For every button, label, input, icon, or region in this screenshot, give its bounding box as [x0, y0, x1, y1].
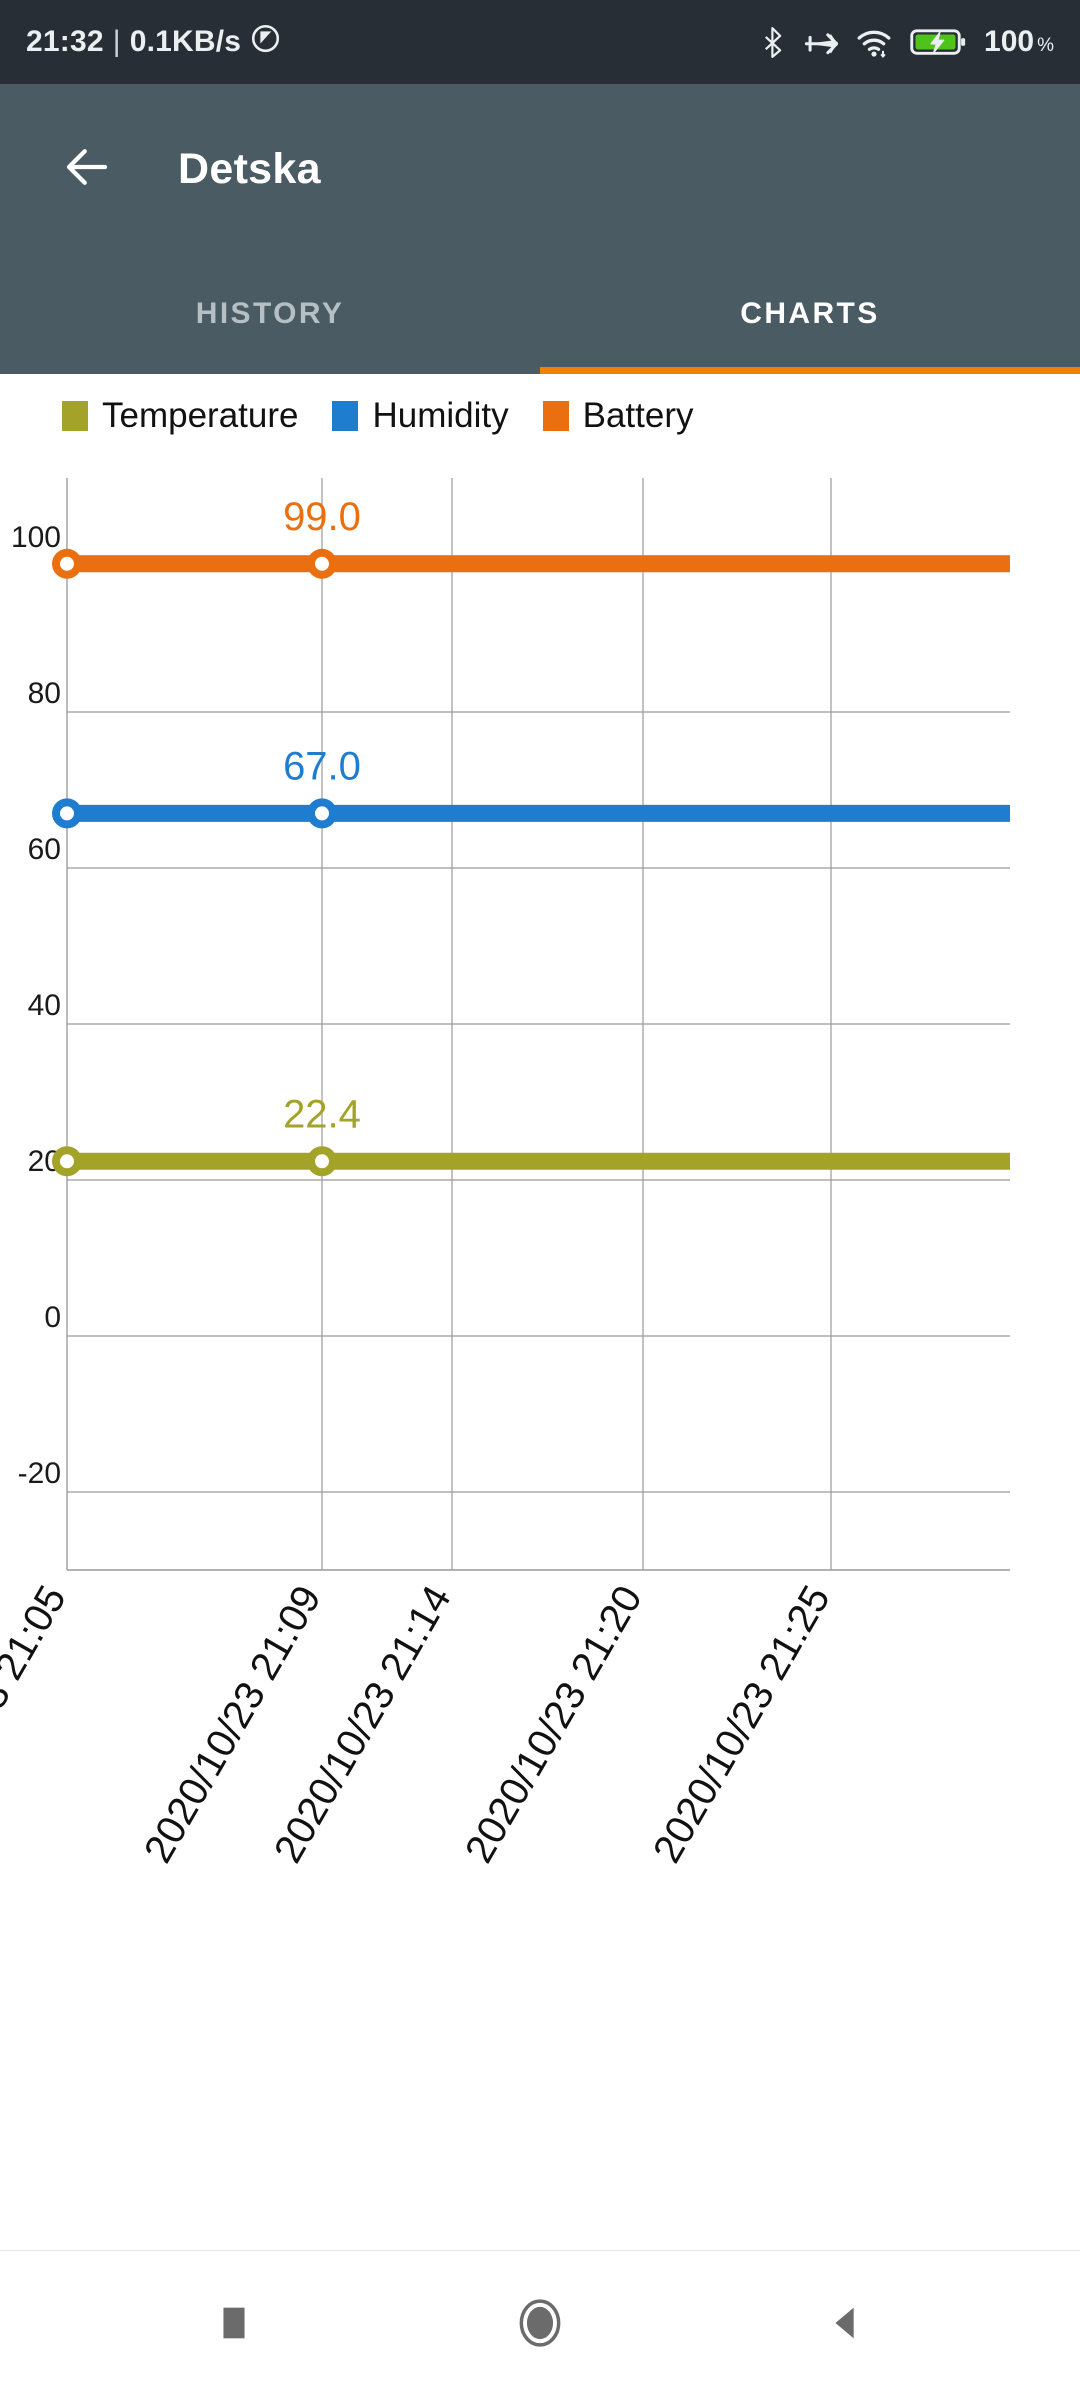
chart-plot-area[interactable]: 100 80 60 40 20 0 -20 22.4 67.0 99.0 2020/10/23 21…	[0, 460, 1080, 2250]
y-axis-tick-label: 40	[28, 989, 61, 1022]
svg-text:2020/10/23 21:05: 2020/10/23 21:05	[0, 1579, 75, 1871]
chart-legend: Temperature Humidity Battery	[0, 374, 1080, 436]
status-bar-left: 21:32 | 0.1KB/s	[26, 23, 281, 62]
back-navigation-button[interactable]	[52, 134, 122, 204]
battery-charging-icon	[910, 27, 966, 57]
square-icon	[211, 2300, 257, 2351]
battery-level: 100	[984, 25, 1035, 58]
wifi-icon	[856, 27, 892, 58]
legend-label-temperature: Temperature	[102, 396, 299, 435]
back-button[interactable]	[798, 2278, 894, 2374]
status-network-speed: 0.1KB/s	[129, 25, 242, 58]
data-point-center	[315, 806, 329, 821]
back-arrow-icon	[60, 140, 114, 199]
legend-item-humidity[interactable]: Humidity	[332, 396, 509, 436]
triangle-left-icon	[823, 2300, 869, 2351]
line-chart[interactable]: 100806040200-2022.467.099.02020/10/23 21…	[0, 460, 1080, 2250]
status-bar: 21:32 | 0.1KB/s 100 %	[0, 0, 1080, 84]
value-label-humidity: 67.0	[283, 744, 361, 788]
x-axis-tick-label: 2020/10/23 21:25	[645, 1579, 839, 1871]
legend-label-battery: Battery	[582, 396, 694, 435]
y-axis-tick-label: 60	[28, 833, 61, 866]
status-time: 21:32	[26, 25, 104, 58]
legend-label-humidity: Humidity	[372, 396, 509, 435]
circle-icon	[512, 2295, 568, 2356]
system-navigation-bar	[0, 2250, 1080, 2400]
y-axis-tick-label: 80	[28, 677, 61, 710]
battery-percent: 100%	[984, 25, 1054, 59]
legend-item-battery[interactable]: Battery	[542, 396, 694, 436]
airplane-mode-icon	[805, 27, 839, 58]
bluetooth-icon	[760, 26, 787, 58]
data-point-center	[60, 1154, 74, 1169]
app-bar-top: Detska	[0, 84, 1080, 254]
chart-container: Temperature Humidity Battery 100 80 60 40 20…	[0, 374, 1080, 2250]
y-axis-tick-label: -20	[18, 1457, 61, 1490]
app-screen: 21:32 | 0.1KB/s 100 % Detska HISTORY CHA…	[0, 0, 1080, 2400]
svg-text:2020/10/23 21:20: 2020/10/23 21:20	[457, 1579, 651, 1871]
legend-swatch-humidity	[332, 401, 359, 431]
y-axis-tick-label: 100	[11, 521, 61, 554]
tab-history[interactable]: HISTORY	[0, 254, 540, 374]
data-point-center	[60, 806, 74, 821]
status-bar-right: 100%	[760, 25, 1054, 59]
page-title: Detska	[178, 144, 321, 193]
legend-item-temperature[interactable]: Temperature	[62, 396, 298, 436]
x-axis-tick-label: 2020/10/23 21:20	[457, 1579, 651, 1871]
x-axis-tick-label: 2020/10/23 21:05	[0, 1579, 75, 1871]
data-point-center	[60, 556, 74, 571]
home-button[interactable]	[492, 2278, 588, 2374]
data-point-center	[315, 556, 329, 571]
legend-swatch-temperature	[62, 401, 88, 431]
value-label-battery: 99.0	[283, 495, 361, 539]
data-saver-off-icon	[250, 23, 281, 62]
recents-button[interactable]	[186, 2278, 282, 2374]
tab-charts[interactable]: CHARTS	[540, 254, 1080, 374]
data-point-center	[315, 1154, 329, 1169]
svg-text:2020/10/23 21:25: 2020/10/23 21:25	[645, 1579, 839, 1871]
status-separator: |	[112, 25, 121, 58]
value-label-temperature: 22.4	[283, 1092, 361, 1136]
battery-unit: %	[1037, 35, 1054, 56]
tab-bar: HISTORY CHARTS	[0, 254, 1080, 374]
app-bar: Detska HISTORY CHARTS	[0, 84, 1080, 374]
legend-swatch-battery	[542, 401, 569, 431]
y-axis-tick-label: 0	[44, 1301, 61, 1334]
